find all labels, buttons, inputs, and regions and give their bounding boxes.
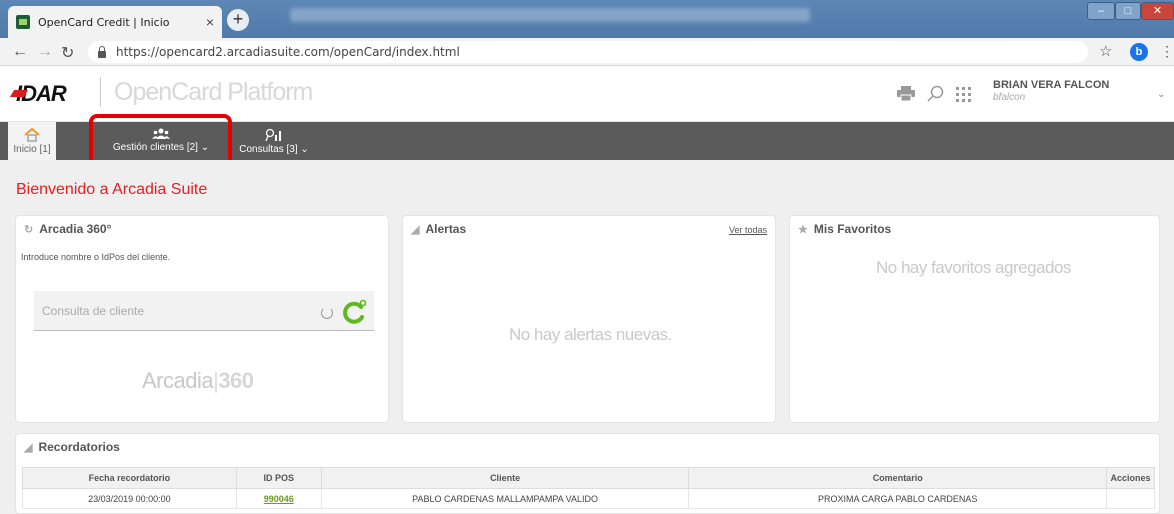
cliente-cell: PABLO CARDENAS MALLAMPAMPA VALIDO: [320, 488, 690, 509]
close-window-button[interactable]: ✕: [1141, 2, 1174, 20]
back-icon[interactable]: ←: [12, 43, 28, 61]
url-text: https://opencard2.arcadiasuite.com/openC…: [116, 45, 460, 59]
new-tab-button[interactable]: +: [227, 9, 249, 31]
alertas-panel: ◢ Alertas Ver todas No hay alertas nueva…: [402, 215, 776, 423]
arcadia360-logo: Arcadia|360: [142, 368, 254, 393]
panel-title: ◢ Alertas: [411, 222, 466, 236]
background-window-title: [290, 8, 810, 22]
table-row: 23/03/2019 00:00:00 990046 PABLO CARDENA…: [22, 488, 1156, 509]
panel-title-text: Recordatorios: [38, 440, 120, 454]
spinner-icon: [321, 307, 333, 319]
printer-icon[interactable]: [897, 86, 915, 101]
page-title: Bienvenido a Arcadia Suite: [16, 181, 208, 198]
menu-item-inicio[interactable]: Inicio [1]: [8, 122, 56, 160]
column-header[interactable]: Cliente: [320, 467, 690, 489]
acciones-cell[interactable]: [1105, 488, 1156, 509]
tag-icon: ◢: [411, 223, 420, 236]
comentario-cell: PROXIMA CARGA PABLO CARDENAS: [688, 488, 1107, 509]
user-name[interactable]: BRIAN VERA FALCON: [993, 79, 1109, 91]
panel-title-text: Mis Favoritos: [813, 222, 892, 236]
panel-title: ↻ Arcadia 360°: [24, 222, 111, 236]
lock-icon: [98, 45, 106, 58]
logo-right: 360: [218, 368, 254, 393]
menu-item-consultas[interactable]: Consultas [3] ⌄: [234, 122, 314, 160]
user-login: bfalcon: [993, 92, 1026, 103]
star-icon: ★: [798, 223, 808, 236]
fecha-cell: 23/03/2019 00:00:00: [22, 488, 237, 509]
ver-todas-link[interactable]: Ver todas: [729, 225, 767, 235]
column-header[interactable]: Acciones: [1105, 467, 1156, 489]
favicon-icon: [16, 15, 30, 29]
empty-alerts-message: No hay alertas nuevas.: [509, 325, 672, 344]
arcadia360-panel: ↻ Arcadia 360° Introduce nombre o IdPos …: [15, 215, 389, 423]
logo-left: Arcadia: [142, 368, 214, 393]
refresh-icon[interactable]: [341, 299, 367, 325]
tag-icon: ◢: [24, 441, 33, 454]
column-header[interactable]: Comentario: [688, 467, 1107, 489]
panel-title: ◢ Recordatorios: [24, 440, 120, 454]
apps-grid-icon[interactable]: [956, 87, 971, 102]
logo-divider: [100, 77, 101, 107]
platform-title: OpenCard Platform: [114, 78, 313, 106]
address-bar: ← → ↻ https://opencard2.arcadiasuite.com…: [0, 38, 1174, 66]
panel-title: ★ Mis Favoritos: [798, 222, 891, 236]
minimize-button[interactable]: –: [1087, 2, 1115, 20]
idpos-cell: 990046: [235, 488, 322, 509]
menu-label: Consultas [3] ⌄: [239, 144, 309, 155]
browser-menu-icon[interactable]: ⋮: [1160, 43, 1174, 60]
chevron-down-icon[interactable]: ⌄: [1157, 89, 1165, 100]
window-titlebar: OpenCard Credit | Inicio × + – □ ✕: [0, 0, 1174, 38]
recordatorios-table: Fecha recordatorio ID POS Cliente Coment…: [22, 467, 1156, 509]
recordatorios-panel: ◢ Recordatorios Fecha recordatorio ID PO…: [15, 433, 1160, 514]
refresh-small-icon: ↻: [24, 223, 34, 236]
table-header-row: Fecha recordatorio ID POS Cliente Coment…: [22, 467, 1156, 489]
favoritos-panel: ★ Mis Favoritos No hay favoritos agregad…: [789, 215, 1160, 423]
company-logo: IDAR: [16, 81, 67, 106]
column-header[interactable]: Fecha recordatorio: [22, 467, 237, 489]
intro-text: Introduce nombre o IdPos del cliente.: [21, 252, 171, 262]
idpos-link[interactable]: 990046: [264, 494, 294, 504]
reload-icon[interactable]: ↻: [61, 43, 74, 63]
empty-favorites-message: No hay favoritos agregados: [876, 258, 1071, 277]
chart-search-icon: [265, 128, 281, 142]
profile-avatar[interactable]: b: [1130, 43, 1148, 61]
search-icon[interactable]: [927, 85, 944, 102]
bookmark-star-icon[interactable]: ☆: [1099, 42, 1112, 60]
menu-label: Inicio [1]: [13, 144, 51, 155]
tab-close-icon[interactable]: ×: [206, 14, 214, 30]
url-field[interactable]: https://opencard2.arcadiasuite.com/openC…: [88, 41, 1088, 63]
panel-title-text: Alertas: [425, 222, 467, 236]
tab-title: OpenCard Credit | Inicio: [38, 15, 170, 29]
home-icon: [24, 128, 40, 142]
panel-title-text: Arcadia 360°: [39, 222, 112, 236]
maximize-button[interactable]: □: [1115, 2, 1141, 20]
column-header[interactable]: ID POS: [235, 467, 322, 489]
forward-icon[interactable]: →: [37, 43, 53, 61]
browser-tab[interactable]: OpenCard Credit | Inicio ×: [8, 6, 222, 38]
